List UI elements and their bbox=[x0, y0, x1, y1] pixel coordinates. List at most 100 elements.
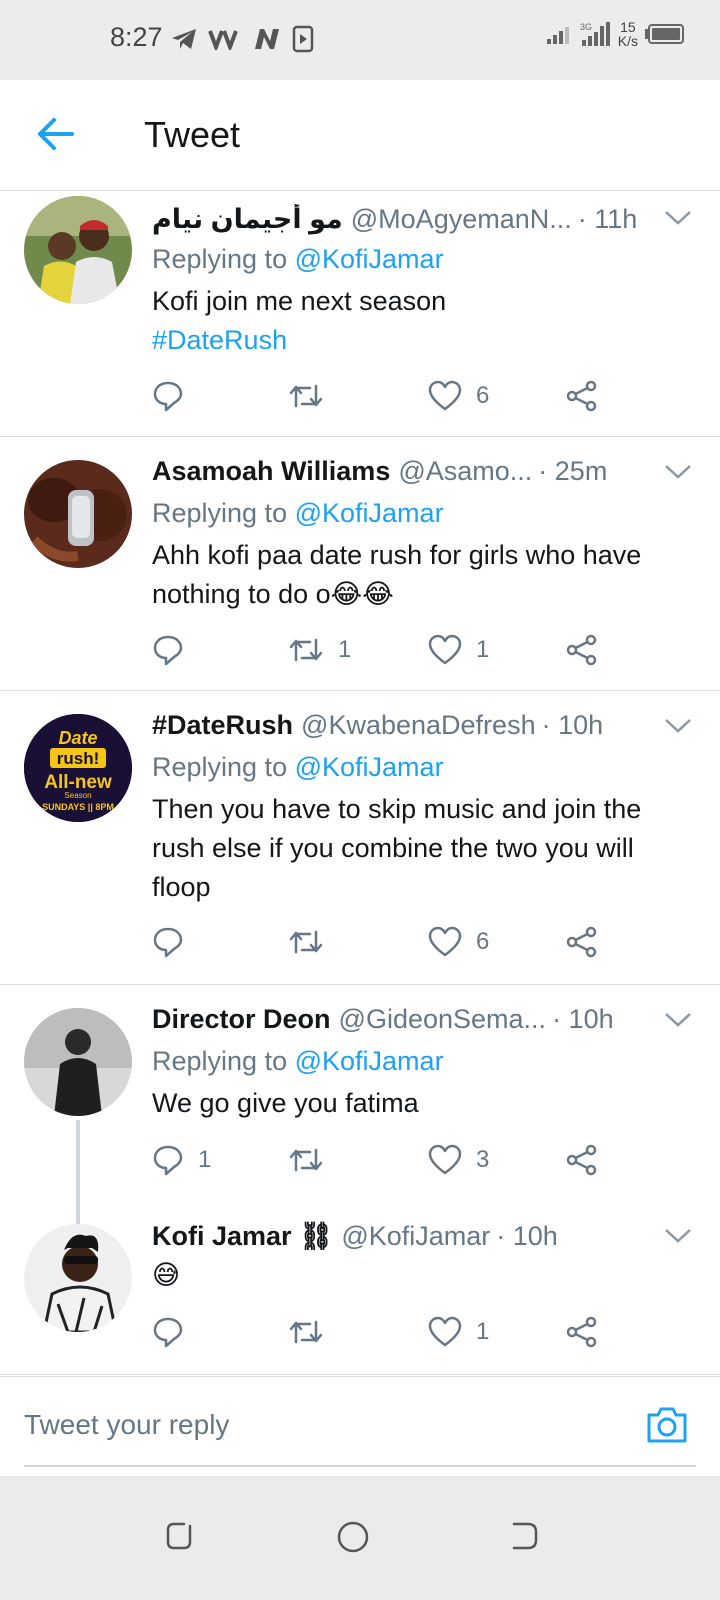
share-icon bbox=[566, 1316, 597, 1348]
retweet-count: 1 bbox=[338, 636, 352, 663]
reply-to-handle[interactable]: @KofiJamar bbox=[295, 752, 444, 782]
tweet-item[interactable]: Director Deon @GideonSema... · 10h Reply… bbox=[0, 984, 720, 1232]
avatar-text-allnew: All-new bbox=[44, 772, 112, 793]
share-button[interactable] bbox=[566, 380, 598, 412]
avatar[interactable] bbox=[24, 1008, 132, 1116]
author-name[interactable]: #DateRush bbox=[152, 710, 293, 741]
camera-icon[interactable] bbox=[646, 1405, 688, 1445]
tweet-text: Then you have to skip music and join the… bbox=[152, 794, 642, 902]
author-handle[interactable]: @Asamo... bbox=[398, 456, 532, 487]
tweet-item[interactable]: Asamoah Williams @Asamo... · 25m Replyin… bbox=[0, 436, 720, 691]
retweet-icon bbox=[289, 930, 323, 954]
replying-to: Replying to @KofiJamar bbox=[152, 244, 444, 274]
tweet-item[interactable]: مو أجيمان نيام @MoAgyemanN... · 11h Repl… bbox=[0, 190, 720, 437]
replying-to: Replying to @KofiJamar bbox=[152, 1046, 444, 1076]
like-button[interactable]: 1 bbox=[428, 634, 489, 666]
like-button[interactable]: 1 bbox=[428, 1316, 489, 1348]
like-button[interactable]: 3 bbox=[428, 1144, 489, 1176]
author-handle[interactable]: @KofiJamar bbox=[341, 1221, 490, 1252]
recents-icon[interactable] bbox=[164, 1520, 196, 1552]
reply-to-handle[interactable]: @KofiJamar bbox=[295, 1046, 444, 1076]
signal-3g-icon: 3G bbox=[580, 22, 610, 46]
back-arrow-icon[interactable] bbox=[36, 116, 76, 152]
tweet-time: · 10h bbox=[552, 1004, 614, 1034]
like-count: 1 bbox=[476, 636, 490, 663]
author-name[interactable]: Kofi Jamar ⛓ bbox=[152, 1220, 333, 1252]
avatar[interactable] bbox=[24, 1224, 132, 1332]
page-title: Tweet bbox=[144, 114, 241, 155]
share-icon bbox=[566, 1144, 597, 1176]
retweet-button[interactable] bbox=[288, 380, 338, 412]
author-handle[interactable]: @GideonSema... bbox=[339, 1004, 547, 1035]
reply-button[interactable] bbox=[152, 380, 198, 412]
reply-icon bbox=[153, 1145, 183, 1176]
home-icon[interactable] bbox=[336, 1520, 370, 1554]
author-handle[interactable]: @KwabenaDefresh bbox=[301, 710, 536, 741]
app-header: Tweet bbox=[0, 80, 720, 191]
author-name[interactable]: Asamoah Williams bbox=[152, 456, 390, 487]
news-icon bbox=[255, 29, 279, 49]
retweet-button[interactable]: 1 bbox=[288, 634, 351, 666]
author-name[interactable]: Director Deon bbox=[152, 1004, 331, 1035]
like-count: 1 bbox=[476, 1318, 490, 1345]
retweet-button[interactable] bbox=[288, 1316, 338, 1348]
like-button[interactable]: 6 bbox=[428, 380, 489, 412]
tweet-time: · 10h bbox=[496, 1221, 558, 1251]
like-count: 6 bbox=[476, 928, 490, 955]
reply-composer: Tweet your reply bbox=[0, 1376, 720, 1477]
heart-icon bbox=[428, 380, 462, 411]
chevron-down-icon[interactable] bbox=[664, 208, 692, 228]
share-button[interactable] bbox=[566, 1144, 598, 1176]
author-name[interactable]: مو أجيمان نيام bbox=[152, 204, 343, 235]
share-button[interactable] bbox=[566, 634, 598, 666]
tweet-item[interactable]: Date rush! All-new Season SUNDAYS || 8PM #Da… bbox=[0, 690, 720, 985]
tweet-item[interactable]: Kofi Jamar ⛓ @KofiJamar · 10h 😅 1 bbox=[0, 1200, 720, 1375]
reply-to-handle[interactable]: @KofiJamar bbox=[295, 498, 444, 528]
battery-icon bbox=[645, 24, 684, 44]
reply-button[interactable] bbox=[152, 1316, 198, 1348]
retweet-icon bbox=[289, 1320, 323, 1344]
share-icon bbox=[566, 380, 597, 412]
system-nav-bar bbox=[0, 1476, 720, 1600]
retweet-icon bbox=[289, 384, 323, 408]
tweet-text: Ahh kofi paa date rush for girls who hav… bbox=[152, 540, 642, 609]
input-underline bbox=[24, 1465, 696, 1467]
avatar-text-rush: rush! bbox=[57, 749, 100, 768]
retweet-button[interactable] bbox=[288, 1144, 338, 1176]
reply-to-handle[interactable]: @KofiJamar bbox=[295, 244, 444, 274]
reply-count: 1 bbox=[198, 1146, 212, 1173]
back-icon[interactable] bbox=[508, 1520, 540, 1552]
heart-icon bbox=[428, 634, 462, 665]
tweet-text: We go give you fatima bbox=[152, 1088, 419, 1118]
status-time: 8:27 bbox=[110, 22, 163, 52]
chevron-down-icon[interactable] bbox=[664, 462, 692, 482]
chevron-down-icon[interactable] bbox=[664, 1226, 692, 1246]
reply-button[interactable]: 1 bbox=[152, 1144, 211, 1176]
reply-icon bbox=[153, 927, 183, 958]
like-count: 3 bbox=[476, 1146, 490, 1173]
heart-icon bbox=[428, 1316, 462, 1347]
like-count: 6 bbox=[476, 382, 490, 409]
avatar[interactable] bbox=[24, 196, 132, 304]
retweet-button[interactable] bbox=[288, 926, 338, 958]
heart-icon bbox=[428, 1144, 462, 1175]
avatar[interactable] bbox=[24, 460, 132, 568]
network-speed: 15 K/s bbox=[617, 19, 638, 49]
hashtag-link[interactable]: #DateRush bbox=[152, 321, 696, 360]
author-handle[interactable]: @MoAgyemanN... bbox=[351, 204, 572, 235]
share-button[interactable] bbox=[566, 1316, 598, 1348]
status-bar: 8:27 3G 15 K/s bbox=[0, 0, 720, 80]
tweet-text: 😅 bbox=[152, 1260, 181, 1290]
tweet-time: · 10h bbox=[541, 710, 604, 740]
reply-button[interactable] bbox=[152, 634, 198, 666]
avatar[interactable]: Date rush! All-new Season SUNDAYS || 8PM bbox=[24, 714, 132, 822]
share-icon bbox=[566, 634, 597, 666]
reply-input[interactable]: Tweet your reply bbox=[24, 1409, 229, 1441]
chevron-down-icon[interactable] bbox=[664, 1010, 692, 1030]
share-button[interactable] bbox=[566, 926, 598, 958]
avatar-text-season: Season bbox=[64, 791, 91, 800]
chevron-down-icon[interactable] bbox=[664, 716, 692, 736]
vodafone-icon bbox=[208, 30, 238, 50]
like-button[interactable]: 6 bbox=[428, 926, 489, 958]
reply-button[interactable] bbox=[152, 926, 198, 958]
